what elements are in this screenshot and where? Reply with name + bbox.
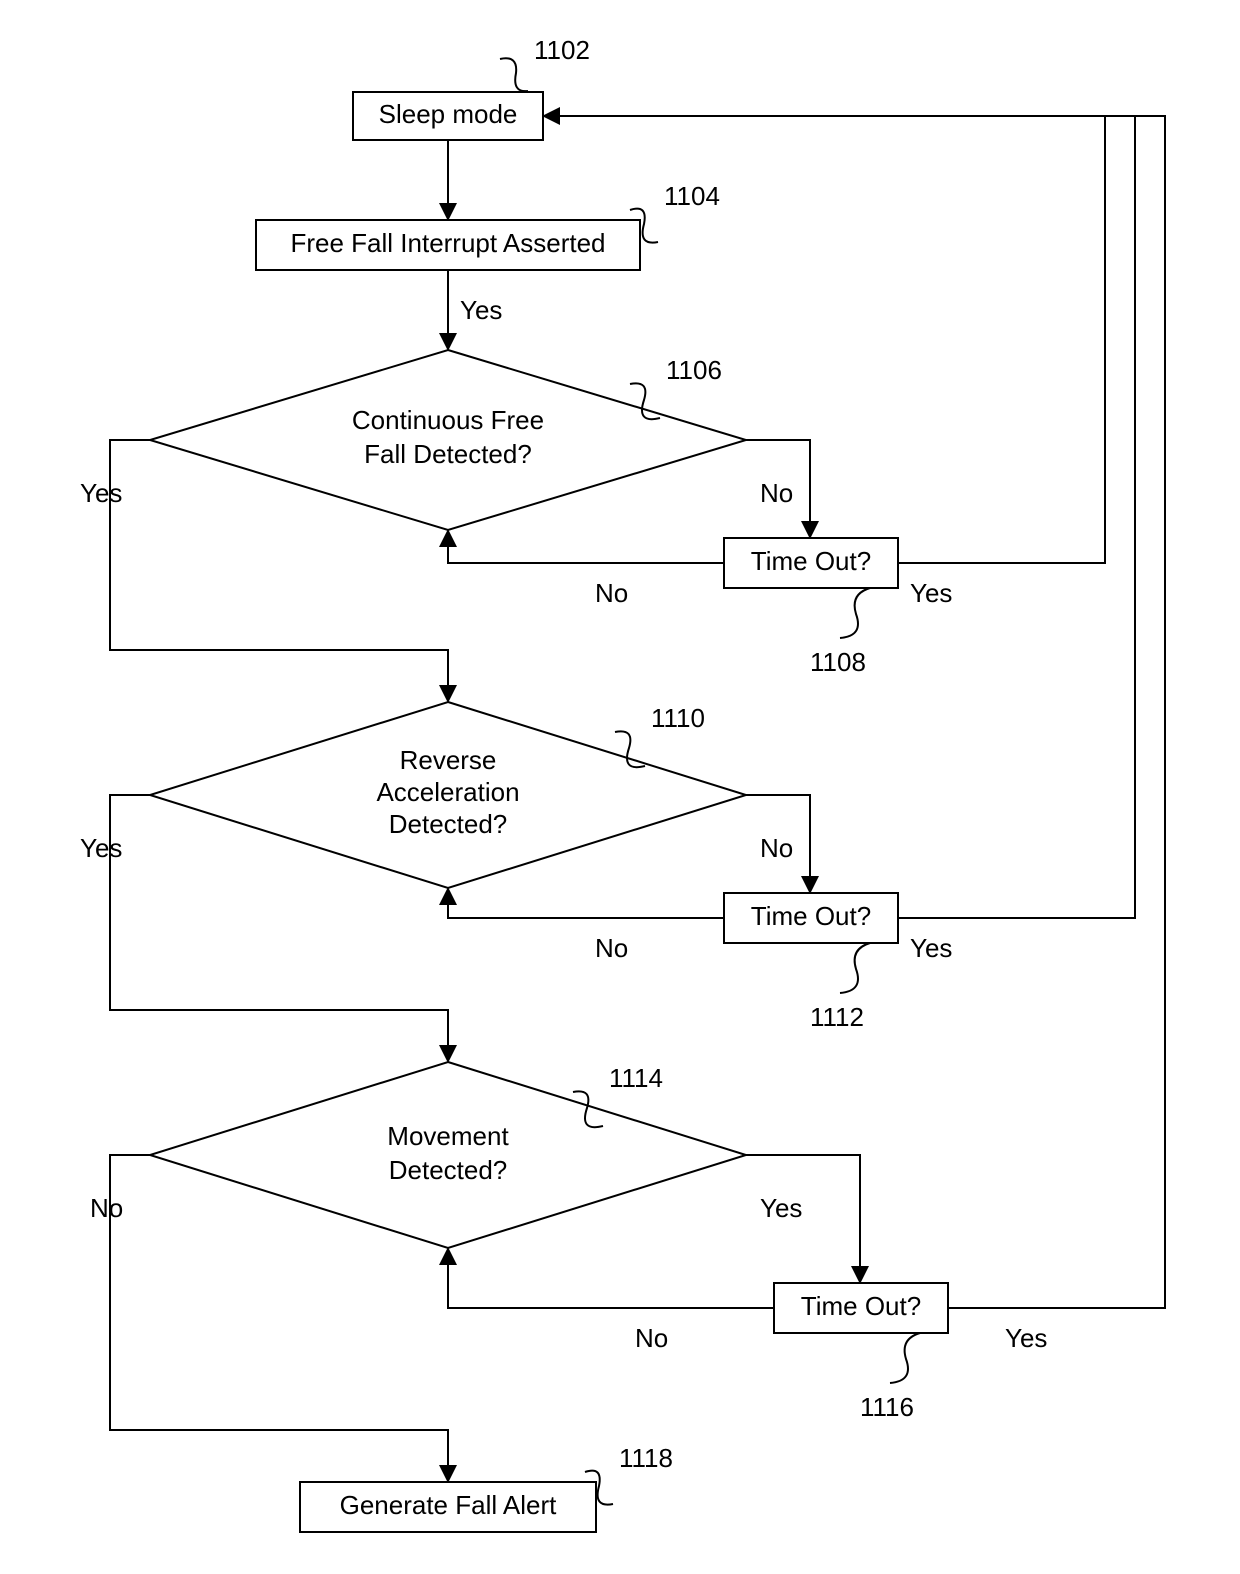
ref-1104: 1104 — [664, 181, 720, 211]
ref-leader-1108 — [840, 588, 870, 638]
ref-leader-1112 — [840, 943, 870, 993]
node-interrupt-label: Free Fall Interrupt Asserted — [290, 228, 605, 258]
edge-timeout3-no-label: No — [635, 1323, 668, 1353]
node-timeout3-label: Time Out? — [801, 1291, 921, 1321]
edge-timeout2-yes-label: Yes — [910, 933, 952, 963]
ref-1106: 1106 — [666, 355, 722, 385]
edge-interrupt-freefall-label: Yes — [460, 295, 502, 325]
edge-timeout2-no-label: No — [595, 933, 628, 963]
node-movement-l1: Movement — [387, 1121, 509, 1151]
ref-1118: 1118 — [619, 1443, 673, 1473]
node-movement-l2: Detected? — [389, 1155, 508, 1185]
node-freefall-l1: Continuous Free — [352, 405, 544, 435]
ref-1114: 1114 — [609, 1063, 663, 1093]
edge-timeout1-yes-label: Yes — [910, 578, 952, 608]
edge-timeout1-no — [448, 532, 724, 563]
ref-leader-1102 — [500, 58, 528, 91]
edge-timeout1-no-label: No — [595, 578, 628, 608]
edge-reverse-no-label: No — [760, 833, 793, 863]
node-reverse-l3: Detected? — [389, 809, 508, 839]
edge-movement-no-label: No — [90, 1193, 123, 1223]
edge-timeout1-yes — [545, 116, 1105, 563]
node-sleep-label: Sleep mode — [379, 99, 518, 129]
edge-timeout3-yes-label: Yes — [1005, 1323, 1047, 1353]
edge-freefall-no-label: No — [760, 478, 793, 508]
ref-1112: 1112 — [810, 1002, 864, 1032]
ref-1110: 1110 — [651, 703, 705, 733]
edge-timeout2-no — [448, 890, 724, 918]
node-freefall-l2: Fall Detected? — [364, 439, 532, 469]
ref-1102: 1102 — [534, 35, 590, 65]
node-reverse-l1: Reverse — [400, 745, 497, 775]
edge-timeout3-no — [448, 1250, 774, 1308]
edge-freefall-yes-label: Yes — [80, 478, 122, 508]
node-alert-label: Generate Fall Alert — [340, 1490, 558, 1520]
ref-1116: 1116 — [860, 1392, 914, 1422]
node-reverse-l2: Acceleration — [376, 777, 519, 807]
node-timeout1-label: Time Out? — [751, 546, 871, 576]
flowchart: Sleep mode 1102 Free Fall Interrupt Asse… — [0, 0, 1240, 1574]
ref-1108: 1108 — [810, 647, 866, 677]
ref-leader-1116 — [890, 1333, 920, 1383]
edge-movement-yes-label: Yes — [760, 1193, 802, 1223]
node-timeout2-label: Time Out? — [751, 901, 871, 931]
edge-reverse-yes-label: Yes — [80, 833, 122, 863]
